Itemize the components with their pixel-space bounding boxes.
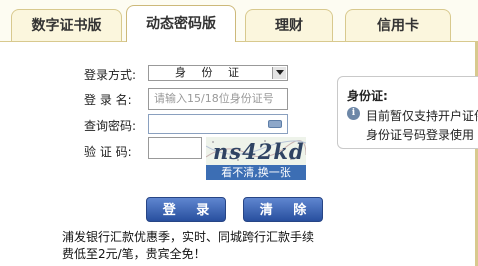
chevron-down-icon[interactable]	[272, 67, 286, 79]
clear-button[interactable]: 清 除	[243, 197, 323, 222]
login-button[interactable]: 登 录	[146, 197, 226, 222]
promo-line-1: 浦发银行汇款优惠季，实时、同城跨行汇款手续	[62, 230, 315, 244]
query-password-label: 查询密码:	[84, 119, 137, 133]
login-name-placeholder: 请输入15/18位身份证号	[154, 92, 274, 105]
login-type-label: 登录方式:	[84, 68, 137, 82]
captcha-text: ns42kd	[213, 139, 305, 164]
login-type-value: 身 份 证	[175, 66, 245, 79]
captcha-image: ns42kd	[206, 137, 306, 165]
id-card-tooltip: 身份证: i 目前暂仅支持开户证件 身份证号码登录使用	[337, 76, 478, 149]
tooltip-line-1: 目前暂仅支持开户证件	[366, 109, 478, 123]
info-icon: i	[347, 107, 360, 120]
captcha-input[interactable]	[148, 137, 202, 159]
tab-dynamic-password[interactable]: 动态密码版	[126, 5, 236, 42]
tab-credit-card[interactable]: 信用卡	[345, 9, 451, 41]
tooltip-title: 身份证:	[347, 89, 388, 103]
promo-line-2: 费低至2元/笔，贵宾全免！	[62, 247, 206, 261]
captcha-label: 验 证 码:	[84, 145, 132, 159]
login-type-select[interactable]: 身 份 证	[148, 65, 288, 81]
tab-bar: 数字证书版 理财 信用卡 动态密码版	[0, 0, 478, 42]
keyboard-icon[interactable]	[268, 120, 282, 128]
promo-text: 浦发银行汇款优惠季，实时、同城跨行汇款手续 费低至2元/笔，贵宾全免！	[62, 229, 314, 263]
tooltip-line-2: 身份证号码登录使用	[366, 128, 475, 142]
login-name-input[interactable]: 请输入15/18位身份证号	[148, 88, 288, 110]
captcha-refresh-link[interactable]: 看不清,换一张	[206, 165, 306, 180]
tab-digital-certificate[interactable]: 数字证书版	[11, 9, 122, 41]
query-password-input[interactable]	[148, 114, 288, 134]
tab-finance[interactable]: 理财	[245, 9, 333, 41]
login-name-label: 登 录 名:	[84, 93, 132, 107]
